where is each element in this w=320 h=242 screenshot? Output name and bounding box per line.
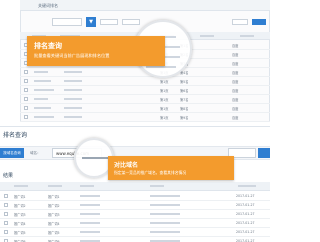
keyword-cell: 推广词4 <box>14 222 26 226</box>
compare-button[interactable] <box>258 148 270 158</box>
table-row: 推广词1 推广词1 2017-01-27 <box>0 192 270 201</box>
section-title: 排名查询 <box>3 132 28 139</box>
row-checkbox[interactable] <box>4 203 8 207</box>
rank-page: 第1页 <box>160 89 169 93</box>
row-checkbox[interactable] <box>4 221 8 225</box>
rank-page: 第1页 <box>160 107 169 111</box>
table-row: 第1页 第9名 百度 <box>20 113 270 122</box>
rank-page: 第1页 <box>160 116 169 120</box>
row-checkbox[interactable] <box>24 106 28 110</box>
row-checkbox[interactable] <box>4 194 8 198</box>
table-row: 推广词5 推广词5 2017-01-27 <box>0 228 270 237</box>
filter-select-3[interactable] <box>232 19 248 25</box>
date-cell: 2017-01-27 <box>236 203 255 207</box>
engine: 百度 <box>232 98 239 102</box>
domain-label: 域名： <box>30 151 41 155</box>
row-checkbox[interactable] <box>4 230 8 234</box>
callout-desc: 批量查看关键词当前广告展现和排名位置 <box>34 53 110 58</box>
rank-query-callout: 排名查询 批量查看关键词当前广告展现和排名位置 <box>27 36 165 66</box>
row-checkbox[interactable] <box>24 70 28 74</box>
table-row: 第1页 第8名 百度 <box>20 104 270 113</box>
table-row: 推广词4 推广词4 2017-01-27 <box>0 219 270 228</box>
table-row: 推广词6 推广词6 2017-01-27 <box>0 237 270 242</box>
search-icon: ▼ <box>89 19 93 25</box>
rank-pos: 第9名 <box>180 116 189 120</box>
filter-select[interactable] <box>100 19 118 25</box>
ad-cell: 推广词4 <box>48 222 60 226</box>
ad-cell: 推广词2 <box>48 204 60 208</box>
row-checkbox[interactable] <box>24 97 28 101</box>
table-row: 推广词2 推广词2 2017-01-27 <box>0 201 270 210</box>
date-cell: 2017-01-27 <box>236 194 255 198</box>
engine: 百度 <box>232 107 239 111</box>
table-row: 推广词3 推广词3 2017-01-27 <box>0 210 270 219</box>
ad-cell: 推广词3 <box>48 213 60 217</box>
rank-pos: 第6名 <box>180 89 189 93</box>
filter-select-2[interactable] <box>122 19 140 25</box>
results-table-header <box>0 182 270 191</box>
rank-page: 第1页 <box>160 98 169 102</box>
table-row: 第1页 第7名 百度 <box>20 95 270 104</box>
row-checkbox[interactable] <box>4 212 8 216</box>
callout-title: 排名查询 <box>34 42 62 50</box>
row-checkbox[interactable] <box>24 79 28 83</box>
engine: 百度 <box>232 53 239 57</box>
results-title: 结果 <box>3 173 14 179</box>
engine: 百度 <box>232 116 239 120</box>
engine: 百度 <box>232 62 239 66</box>
date-cell: 2017-01-27 <box>236 230 255 234</box>
engine: 百度 <box>232 80 239 84</box>
keyword-cell: 推广词1 <box>14 195 26 199</box>
domain-compare-callout: 对比域名 指定某一竞品的推广域名，查看其排名情况 <box>108 156 234 180</box>
date-cell: 2017-01-27 <box>236 212 255 216</box>
query-button[interactable] <box>252 19 266 25</box>
search-button[interactable]: ▼ <box>86 17 96 27</box>
engine: 百度 <box>232 89 239 93</box>
engine: 百度 <box>232 44 239 48</box>
engine: 百度 <box>232 71 239 75</box>
row-checkbox[interactable] <box>24 88 28 92</box>
date-cell: 2017-01-27 <box>236 221 255 225</box>
panel-title: 关键词排名 <box>38 3 58 8</box>
table-row: 第1页 第6名 百度 <box>20 86 270 95</box>
keyword-search-input[interactable] <box>52 18 82 26</box>
row-checkbox[interactable] <box>24 115 28 119</box>
rank-pos: 第7名 <box>180 98 189 102</box>
domain-query-tab[interactable]: 按域名查询 <box>0 148 24 158</box>
ad-cell: 推广词1 <box>48 195 60 199</box>
callout-title-2: 对比域名 <box>114 162 139 169</box>
callout-desc-2: 指定某一竞品的推广域名，查看其排名情况 <box>114 170 187 175</box>
keyword-cell: 推广词3 <box>14 213 26 217</box>
keyword-cell: 推广词5 <box>14 231 26 235</box>
rank-pos: 第5名 <box>180 80 189 84</box>
table-row: 第1页 第5名 百度 <box>20 77 270 86</box>
ad-cell: 推广词5 <box>48 231 60 235</box>
rank-pos: 第8名 <box>180 107 189 111</box>
rank-page: 第1页 <box>160 80 169 84</box>
keyword-cell: 推广词2 <box>14 204 26 208</box>
